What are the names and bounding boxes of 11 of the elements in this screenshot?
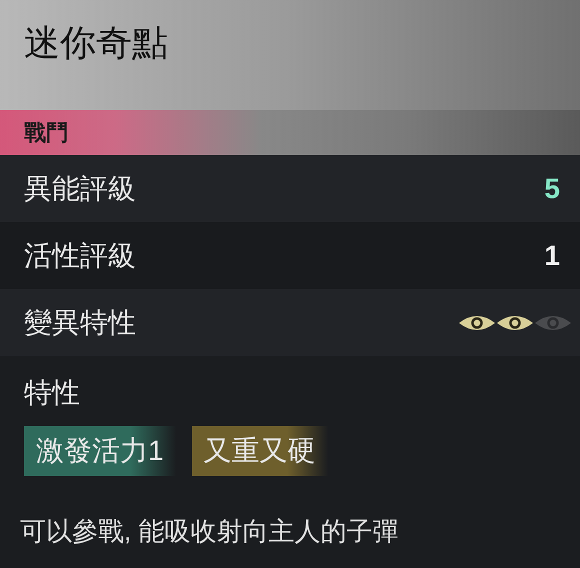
stat-label: 變異特性 xyxy=(24,306,136,340)
section-label: 戰鬥 xyxy=(24,119,68,147)
trait-tag: 又重又硬 xyxy=(192,426,328,476)
stat-label: 異能評級 xyxy=(24,172,136,206)
stat-value: 5 xyxy=(544,172,560,206)
stat-label: 活性評級 xyxy=(24,238,136,272)
trait-tag: 激發活力1 xyxy=(24,426,176,476)
stat-value: 1 xyxy=(544,238,560,272)
title: 迷你奇點 xyxy=(24,21,169,65)
traits-label: 特性 xyxy=(24,376,81,410)
description: 可以參戰, 能吸收射向主人的子彈 xyxy=(19,515,400,548)
